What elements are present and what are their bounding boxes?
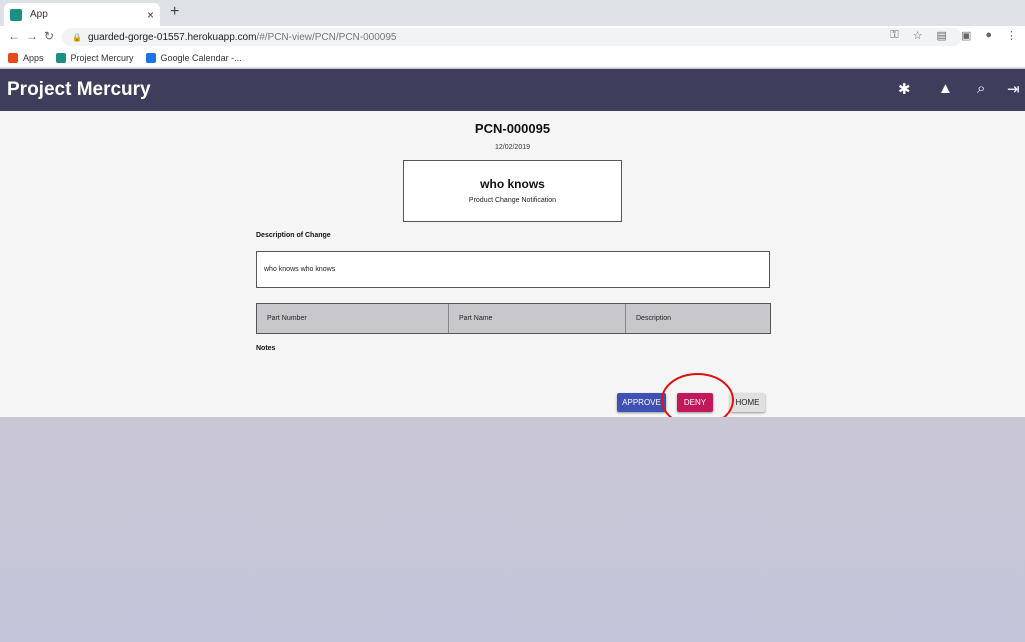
pcn-date: 12/02/2019 <box>494 144 531 151</box>
bookmark-google-calendar[interactable]: Google Calendar -... <box>145 52 242 63</box>
browser-toolbar: ← → ↻ 🔒 guarded-gorge-01557.herokuapp.co… <box>0 26 1025 48</box>
settings-gear-icon[interactable]: ✱ <box>898 80 911 98</box>
app-title: Project Mercury <box>7 79 151 100</box>
tab-title: App <box>30 9 48 20</box>
calendar-icon <box>145 52 156 63</box>
description-label: Description of Change <box>256 232 331 239</box>
column-part-number: Part Number <box>257 304 449 333</box>
extension-icon[interactable]: ▣ <box>961 29 971 42</box>
pcn-type: Product Change Notification <box>468 197 557 204</box>
new-tab-button[interactable]: + <box>170 3 179 21</box>
column-description: Description <box>636 315 672 322</box>
star-icon[interactable]: ☆ <box>913 29 923 42</box>
bookmark-label: Project Mercury <box>70 52 134 63</box>
pcn-view: PCN-000095 12/02/2019 who knows Product … <box>0 111 1025 427</box>
bookmark-project-mercury[interactable]: Project Mercury <box>55 52 134 63</box>
url-host: guarded-gorge-01557.herokuapp.com <box>87 31 257 43</box>
parts-table-header: Part Number Part Name Description <box>256 303 771 334</box>
logout-icon[interactable]: ⇥ <box>1007 80 1020 98</box>
browser-tabstrip: App × + <box>0 0 1025 26</box>
bookmarks-bar: Apps Project Mercury Google Calendar -..… <box>0 48 1025 68</box>
lock-icon: 🔒 <box>72 32 82 42</box>
pcn-id-title: PCN-000095 <box>474 121 551 136</box>
extension-icon[interactable]: ▤ <box>937 29 947 42</box>
app-favicon-icon <box>10 8 22 21</box>
address-bar[interactable]: 🔒 guarded-gorge-01557.herokuapp.com /#/P… <box>62 28 962 46</box>
account-person-icon[interactable]: ▲ <box>938 80 953 97</box>
notes-label: Notes <box>256 345 276 352</box>
toolbar-icons: ⚿ ☆ ▤ ▣ ● ⋮ <box>890 29 1017 42</box>
home-button[interactable]: HOME <box>730 393 765 412</box>
key-icon[interactable]: ⚿ <box>890 29 898 42</box>
column-part-name: Part Name <box>449 304 626 333</box>
forward-arrow-icon[interactable]: → <box>26 29 38 43</box>
apps-grid-icon <box>8 52 18 63</box>
profile-icon[interactable]: ● <box>985 29 992 42</box>
browser-tab[interactable]: App × <box>4 3 160 26</box>
pcn-name: who knows <box>480 177 545 191</box>
close-tab-icon[interactable]: × <box>147 8 154 22</box>
search-icon[interactable]: ⌕ <box>977 80 985 97</box>
bookmark-apps[interactable]: Apps <box>8 52 44 63</box>
bookmark-label: Google Calendar -... <box>160 52 242 63</box>
page-background <box>0 417 1025 642</box>
app-header: Project Mercury ✱ ▲ ⌕ ⇥ <box>0 69 1025 111</box>
back-arrow-icon[interactable]: ← <box>8 29 20 43</box>
url-path: /#/PCN-view/PCN/PCN-000095 <box>256 31 397 43</box>
approve-button[interactable]: APPROVE <box>617 393 666 412</box>
bookmark-label: Apps <box>23 52 44 63</box>
menu-kebab-icon[interactable]: ⋮ <box>1006 29 1017 42</box>
app-favicon-icon <box>55 52 66 63</box>
pcn-summary-card: who knows Product Change Notification <box>403 160 622 222</box>
description-box: who knows who knows <box>256 251 770 288</box>
reload-icon[interactable]: ↻ <box>44 29 54 43</box>
